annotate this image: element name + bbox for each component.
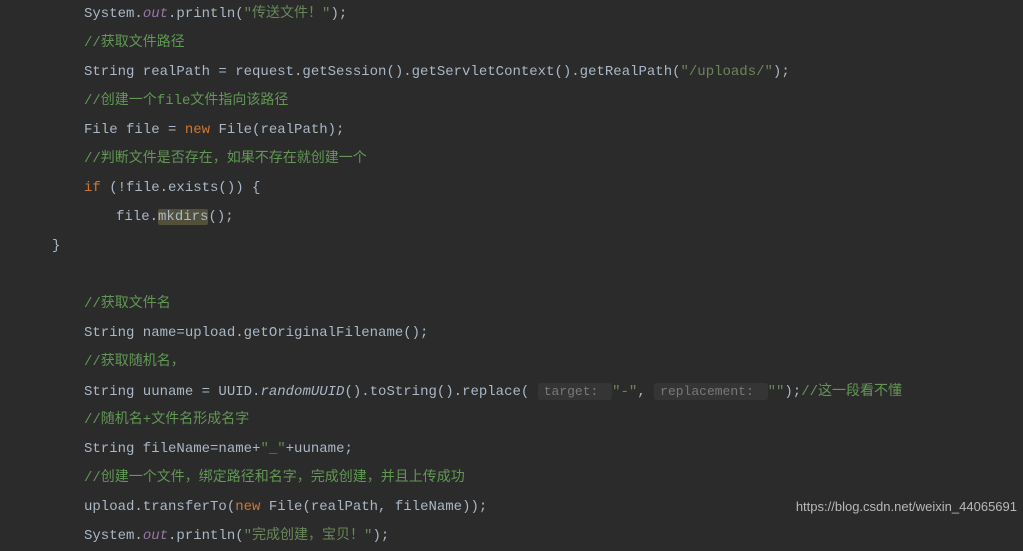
param-hint: target: [538,383,612,400]
code-line: //获取随机名， [84,348,1023,377]
code-line: //判断文件是否存在，如果不存在就创建一个 [84,145,1023,174]
keyword-new: new [185,122,219,138]
string-literal: "-" [612,384,637,400]
code-text: File(realPath); [218,122,344,138]
code-line-empty [84,261,1023,290]
code-line: String realPath = request.getSession().g… [84,58,1023,87]
code-line: //创建一个file文件指向该路径 [84,87,1023,116]
code-line: //获取文件名 [84,290,1023,319]
code-line: file.mkdirs(); [84,203,1023,232]
comment: //获取文件名 [84,296,171,312]
watermark: https://blog.csdn.net/weixin_44065691 [796,492,1017,521]
code-text: File file = [84,122,185,138]
code-line: if (!file.exists()) { [84,174,1023,203]
comment: //创建一个文件，绑定路径和名字，完成创建，并且上传成功 [84,470,465,486]
code-line: System.out.println("完成创建，宝贝！"); [84,522,1023,551]
code-text: upload.transferTo( [84,499,235,515]
code-line: System.out.println("传送文件！"); [84,0,1023,29]
code-editor[interactable]: System.out.println("传送文件！"); //获取文件路径 St… [84,0,1023,551]
code-text: , [637,384,654,400]
code-text: ); [330,6,347,22]
code-text: String realPath = request.getSession().g… [84,64,681,80]
keyword-if: if [84,180,109,196]
string-literal: "_" [260,441,285,457]
string-literal: "传送文件！" [244,6,331,22]
code-line: File file = new File(realPath); [84,116,1023,145]
code-line: String uuname = UUID.randomUUID().toStri… [84,377,1023,406]
comment: //获取文件路径 [84,35,185,51]
code-line: //获取文件路径 [84,29,1023,58]
code-text: String name=upload.getOriginalFilename()… [84,325,428,341]
code-line: String name=upload.getOriginalFilename()… [84,319,1023,348]
code-text: +uuname; [286,441,353,457]
static-field: out [143,6,168,22]
comment: //获取随机名， [84,354,185,370]
code-text: ().toString().replace( [344,384,537,400]
comment: //这一段看不懂 [801,384,902,400]
code-text: file. [116,209,158,225]
static-field: out [143,528,168,544]
code-text: ); [773,64,790,80]
param-hint: replacement: [654,383,767,400]
comment: //创建一个file文件指向该路径 [84,93,288,109]
code-text: (!file.exists()) { [109,180,260,196]
code-text: .println( [168,528,244,544]
static-method: randomUUID [260,384,344,400]
code-text: System. [84,528,143,544]
string-literal: "/uploads/" [681,64,773,80]
comment: //随机名+文件名形成名字 [84,412,249,428]
string-literal: "完成创建，宝贝！" [244,528,373,544]
comment: //判断文件是否存在，如果不存在就创建一个 [84,151,367,167]
code-text: System. [84,6,143,22]
code-text: (); [208,209,233,225]
code-line: } [52,232,1023,261]
method-warn: mkdirs [158,209,208,225]
keyword-new: new [235,499,269,515]
code-line: String fileName=name+"_"+uuname; [84,435,1023,464]
code-text: String fileName=name+ [84,441,260,457]
code-text: .println( [168,6,244,22]
code-text: ); [784,384,801,400]
code-text: String uuname = UUID. [84,384,260,400]
code-text: } [52,238,60,254]
code-line: //随机名+文件名形成名字 [84,406,1023,435]
code-text: ); [372,528,389,544]
code-text: File(realPath, fileName)); [269,499,487,515]
string-literal: "" [768,384,785,400]
code-line: //创建一个文件，绑定路径和名字，完成创建，并且上传成功 [84,464,1023,493]
